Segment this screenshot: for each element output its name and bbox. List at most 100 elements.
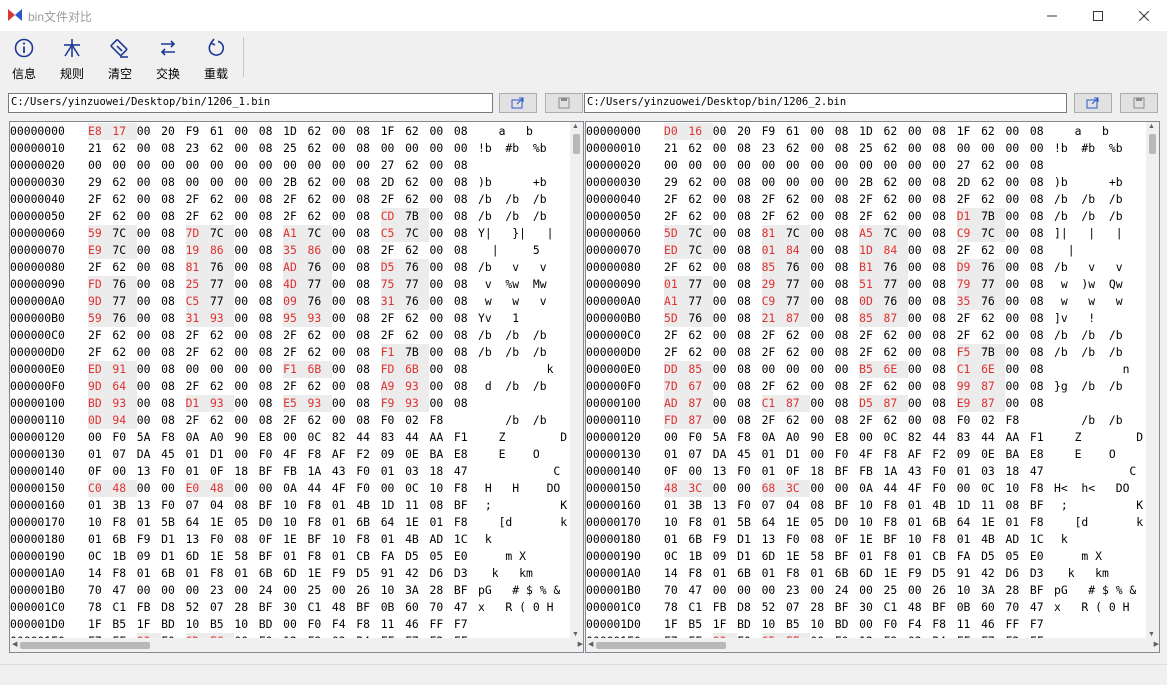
scroll-left-icon[interactable]: ◀	[588, 640, 593, 648]
hex-row[interactable]: 00000140 0F 00 13 F0 01 0F 18 BF FB 1A 43 F0 01 03 18 47…	[586, 463, 1146, 480]
hex-row[interactable]: 000001A0 14 F8 01 6B 01 F8 01 6B 6D 1E F9 D5 91 42 D6 D3…	[586, 565, 1146, 582]
hex-row[interactable]: 000000E0 ED 91 00 08 00 00 00 00 F1 6B 00 08 FD 6B 00 08…	[10, 361, 570, 378]
hex-row[interactable]: 00000090 FD 76 00 08 25 77 00 08 4D 77 00 08 75 77 00 08…	[10, 276, 570, 293]
scroll-right-icon[interactable]: ▶	[578, 640, 583, 648]
hex-row[interactable]: 00000020 00 00 00 00 00 00 00 00 00 00 00 00 27 62 00 08	[10, 157, 570, 174]
hex-row[interactable]: 000001C0 78 C1 FB D8 52 07 28 BF 30 C1 48 BF 0B 60 70 47…	[10, 599, 570, 616]
hex-bytes: 2F 62 00 08 2F 62 00 08 2F 62 00 08 2F 62 00 08	[664, 192, 1044, 206]
hex-row[interactable]: 00000080 2F 62 00 08 81 76 00 08 AD 76 00 08 D5 76 00 08…	[10, 259, 570, 276]
right-file-path-field[interactable]: C:/Users/yinzuowei/Desktop/bin/1206_2.bi…	[584, 93, 1067, 113]
left-hex-view[interactable]: 00000000 E8 17 00 20 F9 61 00 08 1D 62 00 08 1F 62 00 08…	[9, 121, 584, 653]
hex-row[interactable]: 00000030 29 62 00 08 00 00 00 00 2B 62 00 08 2D 62 00 08…	[586, 174, 1146, 191]
hex-row[interactable]: 000000C0 2F 62 00 08 2F 62 00 08 2F 62 00 08 2F 62 00 08…	[10, 327, 570, 344]
scroll-thumb[interactable]	[596, 642, 726, 649]
hex-row[interactable]: 00000180 01 6B F9 D1 13 F0 08 0F 1E BF 10 F8 01 4B AD 1C…	[586, 531, 1146, 548]
hex-row[interactable]: 000001D0 1F B5 1F BD 10 B5 10 BD 00 F0 F4 F8 11 46 FF F7	[586, 616, 1146, 633]
hex-row[interactable]: 00000040 2F 62 00 08 2F 62 00 08 2F 62 00 08 2F 62 00 08…	[10, 191, 570, 208]
hex-row[interactable]: 00000160 01 3B 13 F0 07 04 08 BF 10 F8 01 4B 1D 11 08 BF…	[586, 497, 1146, 514]
left-file-path-field[interactable]: C:/Users/yinzuowei/Desktop/bin/1206_1.bi…	[8, 93, 493, 113]
left-vertical-scrollbar[interactable]: ▲ ▼	[570, 122, 583, 639]
hex-row[interactable]: 000000D0 2F 62 00 08 2F 62 00 08 2F 62 00 08 F1 7B 00 08…	[10, 344, 570, 361]
right-horizontal-scrollbar[interactable]: ◀ ▶	[586, 638, 1159, 652]
hex-row[interactable]: 00000100 BD 93 00 08 D1 93 00 08 E5 93 00 08 F9 93 00 08	[10, 395, 570, 412]
scroll-up-icon[interactable]: ▲	[572, 123, 579, 130]
left-horizontal-scrollbar[interactable]: ◀ ▶	[10, 638, 583, 652]
hex-row[interactable]: 000000A0 9D 77 00 08 C5 77 00 08 09 76 00 08 31 76 00 08…	[10, 293, 570, 310]
hex-row[interactable]: 00000010 21 62 00 08 23 62 00 08 25 62 00 08 00 00 00 00…	[586, 140, 1146, 157]
scroll-thumb[interactable]	[573, 134, 580, 154]
hex-row[interactable]: 00000120 00 F0 5A F8 0A A0 90 E8 00 0C 82 44 83 44 AA F1…	[586, 429, 1146, 446]
hex-row[interactable]: 00000150 48 3C 00 00 68 3C 00 00 0A 44 4F F0 00 0C 10 F8…	[586, 480, 1146, 497]
scroll-down-icon[interactable]: ▼	[572, 631, 579, 638]
hex-row[interactable]: 00000130 01 07 DA 45 01 D1 00 F0 4F F8 AF F2 09 0E BA E8…	[10, 446, 570, 463]
hex-row[interactable]: 00000140 0F 00 13 F0 01 0F 18 BF FB 1A 43 F0 01 03 18 47…	[10, 463, 570, 480]
hex-row[interactable]: 000000C0 2F 62 00 08 2F 62 00 08 2F 62 00 08 2F 62 00 08…	[586, 327, 1146, 344]
hex-row[interactable]: 000000A0 A1 77 00 08 C9 77 00 08 0D 76 00 08 35 76 00 08…	[586, 293, 1146, 310]
hex-row[interactable]: 00000050 2F 62 00 08 2F 62 00 08 2F 62 00 08 D1 7B 00 08…	[586, 208, 1146, 225]
ascii-text: v %w Mw	[478, 277, 547, 291]
scroll-down-icon[interactable]: ▼	[1148, 631, 1155, 638]
info-button[interactable]: 信息	[2, 35, 46, 81]
hex-row[interactable]: 00000070 E9 7C 00 08 19 86 00 08 35 86 00 08 2F 62 00 08…	[10, 242, 570, 259]
rules-button[interactable]: 规则	[50, 35, 94, 81]
hex-row[interactable]: 00000150 C0 48 00 00 E0 48 00 00 0A 44 4F F0 00 0C 10 F8…	[10, 480, 570, 497]
minimize-button[interactable]	[1029, 0, 1075, 31]
hex-row[interactable]: 00000050 2F 62 00 08 2F 62 00 08 2F 62 00 08 CD 7B 00 08…	[10, 208, 570, 225]
hex-row[interactable]: 00000000 E8 17 00 20 F9 61 00 08 1D 62 00 08 1F 62 00 08…	[10, 123, 570, 140]
hex-row[interactable]: 00000110 0D 94 00 08 2F 62 00 08 2F 62 00 08 F0 02 F8 /…	[10, 412, 570, 429]
hex-row[interactable]: 00000090 01 77 00 08 29 77 00 08 51 77 00 08 79 77 00 08…	[586, 276, 1146, 293]
hex-row[interactable]: 00000070 ED 7C 00 08 01 84 00 08 1D 84 00 08 2F 62 00 08…	[586, 242, 1146, 259]
window-title: bin文件对比	[28, 10, 93, 24]
scroll-right-icon[interactable]: ▶	[1154, 640, 1159, 648]
right-open-file-button[interactable]	[1074, 93, 1112, 113]
hex-row[interactable]: 000000B0 59 76 00 08 31 93 00 08 95 93 00 08 2F 62 00 08…	[10, 310, 570, 327]
hex-row[interactable]: 00000100 AD 87 00 08 C1 87 00 08 D5 87 00 08 E9 87 00 08	[586, 395, 1146, 412]
hex-row[interactable]: 00000000 D0 16 00 20 F9 61 00 08 1D 62 00 08 1F 62 00 08…	[586, 123, 1146, 140]
hex-row[interactable]: 000000D0 2F 62 00 08 2F 62 00 08 2F 62 00 08 F5 7B 00 08…	[586, 344, 1146, 361]
hex-row[interactable]: 000001C0 78 C1 FB D8 52 07 28 BF 30 C1 48 BF 0B 60 70 47…	[586, 599, 1146, 616]
right-vertical-scrollbar[interactable]: ▲ ▼	[1146, 122, 1159, 639]
left-open-file-button[interactable]	[499, 93, 537, 113]
hex-bytes: FD 87 00 08 2F 62 00 08 2F 62 00 08 F0 02 F8	[664, 412, 1020, 429]
hex-row[interactable]: 00000170 10 F8 01 5B 64 1E 05 D0 10 F8 01 6B 64 1E 01 F8…	[10, 514, 570, 531]
row-offset: 00000130	[10, 447, 65, 461]
hex-row[interactable]: 000000E0 DD 85 00 08 00 00 00 00 B5 6E 00 08 C1 6E 00 08…	[586, 361, 1146, 378]
hex-row[interactable]: 00000010 21 62 00 08 23 62 00 08 25 62 00 08 00 00 00 00…	[10, 140, 570, 157]
hex-row[interactable]: 000000F0 7D 67 00 08 2F 62 00 08 2F 62 00 08 99 87 00 08…	[586, 378, 1146, 395]
hex-row[interactable]: 000001B0 70 47 00 00 00 23 00 24 00 25 00 26 10 3A 28 BF…	[586, 582, 1146, 599]
hex-row[interactable]: 000001B0 70 47 00 00 00 23 00 24 00 25 00 26 10 3A 28 BF…	[10, 582, 570, 599]
hex-row[interactable]: 00000170 10 F8 01 5B 64 1E 05 D0 10 F8 01 6B 64 1E 01 F8…	[586, 514, 1146, 531]
hex-row[interactable]: 00000110 FD 87 00 08 2F 62 00 08 2F 62 00 08 F0 02 F8 /…	[586, 412, 1146, 429]
hex-row[interactable]: 00000080 2F 62 00 08 85 76 00 08 B1 76 00 08 D9 76 00 08…	[586, 259, 1146, 276]
hex-row[interactable]: 00000030 29 62 00 08 00 00 00 00 2B 62 00 08 2D 62 00 08…	[10, 174, 570, 191]
hex-row[interactable]: 000001A0 14 F8 01 6B 01 F8 01 6B 6D 1E F9 D5 91 42 D6 D3…	[10, 565, 570, 582]
hex-row[interactable]: 00000060 59 7C 00 08 7D 7C 00 08 A1 7C 00 08 C5 7C 00 08…	[10, 225, 570, 242]
hex-row[interactable]: 00000180 01 6B F9 D1 13 F0 08 0F 1E BF 10 F8 01 4B AD 1C…	[10, 531, 570, 548]
hex-bytes: 5D 7C 00 08 81 7C 00 08 A5 7C 00 08 C9 7C 00 08	[664, 225, 1044, 242]
right-hex-view[interactable]: 00000000 D0 16 00 20 F9 61 00 08 1D 62 00 08 1F 62 00 08…	[585, 121, 1160, 653]
hex-row[interactable]: 00000160 01 3B 13 F0 07 04 08 BF 10 F8 01 4B 1D 11 08 BF…	[10, 497, 570, 514]
hex-row[interactable]: 00000060 5D 7C 00 08 81 7C 00 08 A5 7C 00 08 C9 7C 00 08…	[586, 225, 1146, 242]
hex-bytes: 00 F0 5A F8 0A A0 90 E8 00 0C 82 44 83 44 AA F1	[664, 430, 1044, 444]
scroll-thumb[interactable]	[20, 642, 150, 649]
right-save-button[interactable]	[1120, 93, 1158, 113]
scroll-left-icon[interactable]: ◀	[12, 640, 17, 648]
hex-row[interactable]: 00000190 0C 1B 09 D1 6D 1E 58 BF 01 F8 01 CB FA D5 05 E0…	[586, 548, 1146, 565]
hex-row[interactable]: 00000040 2F 62 00 08 2F 62 00 08 2F 62 00 08 2F 62 00 08…	[586, 191, 1146, 208]
hex-row[interactable]: 00000190 0C 1B 09 D1 6D 1E 58 BF 01 F8 01 CB FA D5 05 E0…	[10, 548, 570, 565]
hex-row[interactable]: 00000130 01 07 DA 45 01 D1 00 F0 4F F8 AF F2 09 0E BA E8…	[586, 446, 1146, 463]
maximize-button[interactable]	[1075, 0, 1121, 31]
hex-row[interactable]: 000001D0 1F B5 1F BD 10 B5 10 BD 00 F0 F4 F8 11 46 FF F7	[10, 616, 570, 633]
hex-row[interactable]: 00000120 00 F0 5A F8 0A A0 90 E8 00 0C 82 44 83 44 AA F1…	[10, 429, 570, 446]
hex-row[interactable]: 00000020 00 00 00 00 00 00 00 00 00 00 00 00 27 62 00 08	[586, 157, 1146, 174]
ascii-text: Yv 1	[478, 311, 520, 325]
swap-button[interactable]: 交换	[146, 35, 190, 81]
clear-button[interactable]: 清空	[98, 35, 142, 81]
scroll-up-icon[interactable]: ▲	[1148, 123, 1155, 130]
reload-button[interactable]: 重载	[194, 35, 238, 81]
hex-row[interactable]: 000000F0 9D 64 00 08 2F 62 00 08 2F 62 00 08 A9 93 00 08…	[10, 378, 570, 395]
hex-row[interactable]: 000000B0 5D 76 00 08 21 87 00 08 85 87 00 08 2F 62 00 08…	[586, 310, 1146, 327]
left-save-button[interactable]	[545, 93, 583, 113]
close-button[interactable]	[1121, 0, 1167, 31]
scroll-thumb[interactable]	[1149, 134, 1156, 154]
